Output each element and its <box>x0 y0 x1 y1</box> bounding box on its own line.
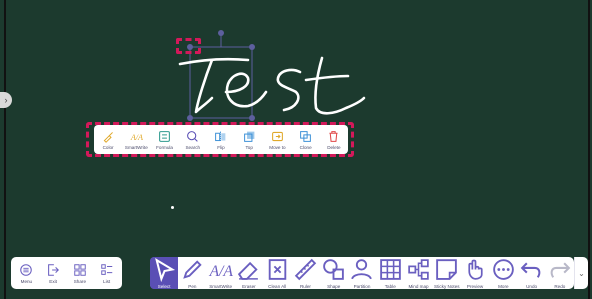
toolbar-collapse-button[interactable]: ⌄ <box>574 257 588 289</box>
tool-eraser-button[interactable]: Eraser <box>235 257 263 289</box>
toolbar-item-label: Ruler <box>299 284 311 289</box>
context-search-button[interactable]: Search <box>179 130 207 150</box>
color-brush-icon <box>103 131 113 143</box>
undo-icon <box>520 262 541 278</box>
rotate-handle <box>218 30 224 36</box>
formula-icon <box>159 130 170 142</box>
context-formula-button[interactable]: Formula <box>151 130 179 150</box>
toolbar-item-label: Sticky Notes <box>434 284 460 289</box>
flip-icon <box>215 131 226 141</box>
tool-more-button[interactable]: More <box>489 257 517 289</box>
list-button[interactable]: List <box>94 263 120 284</box>
stray-ink-dot <box>171 206 174 209</box>
handwriting-strokes <box>178 56 366 115</box>
move-to-icon <box>272 131 283 141</box>
context-color-button[interactable]: Color <box>94 130 122 150</box>
context-item-label: Clone <box>299 144 312 150</box>
trash-icon <box>329 130 338 142</box>
share-icon <box>74 263 86 276</box>
toolbar-item-label: Exit <box>49 278 57 284</box>
context-item-label: SmartWrite <box>124 144 148 150</box>
selection-context-toolbar: Color A/A SmartWrite Formula Search Flip Top Mo… <box>94 125 348 154</box>
toolbar-item-label: Menu <box>20 278 33 284</box>
ruler-icon <box>294 258 317 281</box>
context-item-label: Formula <box>156 144 173 150</box>
toolbar-item-label: Preview <box>466 284 484 289</box>
toolbar-item-label: Redo <box>554 284 566 289</box>
toolbar-item-label: Shape <box>327 284 341 289</box>
resize-handle-bottom-left <box>187 115 193 121</box>
svg-text:A/A: A/A <box>209 263 233 280</box>
resize-handle-bottom-right <box>249 115 255 121</box>
tool-smartwrite-button[interactable]: A/A SmartWrite <box>207 257 235 289</box>
more-icon <box>493 259 514 280</box>
smartwrite-icon: A/A <box>130 132 143 141</box>
context-item-label: Delete <box>327 144 341 150</box>
context-item-label: Flip <box>217 144 225 150</box>
tool-redo-button[interactable]: Redo <box>546 257 574 289</box>
context-delete-button[interactable]: Delete <box>320 130 348 150</box>
eraser-icon <box>238 261 259 280</box>
context-clone-button[interactable]: Clone <box>292 130 320 150</box>
tool-preview-button[interactable]: Preview <box>461 257 489 289</box>
tool-pen-button[interactable]: Pen <box>178 257 206 289</box>
tool-shape-button[interactable]: Shape <box>320 257 348 289</box>
toolbar-item-label: Clean All <box>268 284 287 289</box>
toolbar-item-label: Share <box>73 278 86 284</box>
smartwrite-icon: A/A <box>209 263 233 280</box>
partition-icon <box>351 259 373 280</box>
clean-all-icon <box>268 259 286 280</box>
bring-to-top-icon <box>243 131 255 142</box>
toolbar-item-label: More <box>498 284 509 289</box>
context-smartwrite-button[interactable]: A/A SmartWrite <box>122 130 150 150</box>
cursor-icon <box>154 257 175 282</box>
list-icon <box>100 263 112 275</box>
svg-text:A/A: A/A <box>130 132 143 141</box>
toolbar-item-label: Eraser <box>242 284 256 289</box>
toolbar-item-label: Select <box>157 284 171 289</box>
resize-handle-top-right <box>249 44 255 50</box>
preview-icon <box>467 259 483 280</box>
rotate-handle-highlight <box>176 38 201 54</box>
redo-icon <box>550 262 571 278</box>
context-top-button[interactable]: Top <box>235 130 263 150</box>
toolbar-item-label: Undo <box>526 284 538 289</box>
toolbar-item-label: SmartWrite <box>209 284 233 289</box>
context-item-label: Search <box>185 144 201 150</box>
shape-icon <box>323 259 345 280</box>
clone-icon <box>300 130 312 142</box>
context-flip-button[interactable]: Flip <box>207 130 235 150</box>
context-item-label: Color <box>102 144 114 150</box>
context-item-label: Move to <box>269 144 286 150</box>
tool-ruler-button[interactable]: Ruler <box>291 257 319 289</box>
menu-icon <box>20 263 33 276</box>
tool-table-button[interactable]: Table <box>376 257 404 289</box>
search-icon <box>187 130 199 142</box>
toolbar-item-label: Table <box>384 284 396 289</box>
tool-select-button[interactable]: Select <box>150 257 179 289</box>
tool-undo-button[interactable]: Undo <box>517 257 545 289</box>
toolbar-item-label: Mind map <box>408 284 429 289</box>
pen-icon <box>183 260 202 279</box>
toolbar-item-label: Pen <box>188 284 197 289</box>
tool-sticky-notes-button[interactable]: Sticky Notes <box>433 257 461 289</box>
chevron-down-icon: ⌄ <box>578 268 585 278</box>
left-bottom-toolbar: Menu Exit Share List <box>11 257 122 289</box>
toolbar-item-label: List <box>103 278 111 284</box>
mind-map-icon <box>408 259 429 280</box>
exit-icon <box>48 263 60 276</box>
context-item-label: Top <box>245 144 253 150</box>
tool-partition-button[interactable]: Partition <box>348 257 376 289</box>
table-icon <box>379 259 401 280</box>
tool-mind-map-button[interactable]: Mind map <box>404 257 432 289</box>
tool-clean-all-button[interactable]: Clean All <box>263 257 291 289</box>
main-bottom-toolbar: Select Pen A/A SmartWrite Eraser Clean All Rul… <box>150 257 574 289</box>
exit-button[interactable]: Exit <box>40 263 66 284</box>
share-button[interactable]: Share <box>67 263 93 284</box>
context-move-to-button[interactable]: Move to <box>263 130 291 150</box>
menu-button[interactable]: Menu <box>13 263 39 284</box>
toolbar-item-label: Partition <box>353 284 371 289</box>
sticky-notes-icon <box>436 259 458 280</box>
